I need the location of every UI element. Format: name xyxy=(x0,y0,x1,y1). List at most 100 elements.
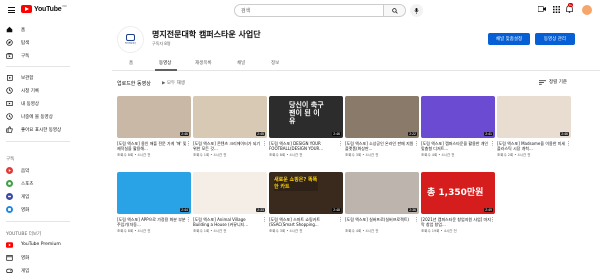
sidebar-item-explore[interactable]: 탐색 xyxy=(6,37,72,48)
video-duration: 2:48 xyxy=(332,208,341,212)
video-thumbnail[interactable]: 당신이 축구팬이 된 이유 2:46 xyxy=(269,96,343,138)
video-meta: 조회수 1회 • 4시간 전 xyxy=(193,229,227,233)
sidebar-item-label: 영화 xyxy=(21,207,30,213)
search-input[interactable]: 검색 xyxy=(234,4,384,17)
sidebar-section-title: YOUTUBE 더보기 xyxy=(6,232,42,237)
video-title[interactable]: [도림 엑스포] 스마트 쇼핑카트(SSAC(Smart Shopping... xyxy=(269,217,339,228)
video-card[interactable]: 2:22 [도림 엑스포] 소상공인 온라인 판매 지원 플랫폼(화상판... ⋮ 조… xyxy=(345,96,419,160)
more-options-icon[interactable]: ⋮ xyxy=(262,141,267,147)
more-options-icon[interactable]: ⋮ xyxy=(262,217,267,223)
video-title[interactable]: [도림 엑스포] Madsome을 이용한 미세 플라스틱 시장 개척... xyxy=(497,141,567,152)
customize-channel-button[interactable]: 채널 맞춤설정 xyxy=(488,33,530,45)
video-thumbnail[interactable]: 새로운 쇼핑은? 똑똑한 카트 2:48 xyxy=(269,172,343,214)
sidebar-item-gaming[interactable]: 게임 xyxy=(6,191,72,202)
video-duration: 2:44 xyxy=(180,208,189,212)
like-icon xyxy=(6,126,13,133)
sidebar-item-sports[interactable]: 스포츠 xyxy=(6,178,72,189)
more-options-icon[interactable]: ⋮ xyxy=(338,141,343,147)
thumbnail-overlay-text: 새로운 쇼핑은? 똑똑한 카트 xyxy=(274,177,318,191)
voice-search-button[interactable] xyxy=(410,4,423,17)
sidebar-item-label: 구독 xyxy=(21,53,30,59)
gaming-channel-avatar xyxy=(6,193,13,200)
video-meta: 조회수 19회 • 4시간 전 xyxy=(421,229,457,233)
sort-label: 정렬 기준 xyxy=(549,80,567,85)
video-title[interactable]: [도림 엑스포] 캠퍼스타운을 활용한 개인 맞춤형 디저트... xyxy=(421,141,491,152)
more-options-icon[interactable]: ⋮ xyxy=(186,217,191,223)
sidebar-item-watch-later[interactable]: 나중에 볼 동영상 xyxy=(6,111,72,122)
menu-icon[interactable] xyxy=(8,7,15,13)
video-meta: 조회수 2회 • 4시간 전 xyxy=(497,153,531,157)
manage-videos-button[interactable]: 동영상 관리 xyxy=(535,33,575,45)
video-card[interactable]: 2:44 [도림 엑스포] APP으로 가정용 화분 부분 주입기(자동... ⋮ 조… xyxy=(117,172,191,236)
tab-community[interactable]: 채널 xyxy=(237,60,245,66)
sidebar-item-movies[interactable]: 영화 xyxy=(6,204,72,215)
more-options-icon[interactable]: ⋮ xyxy=(186,141,191,147)
video-title[interactable]: [도림 엑스포] Animal Village Building a House… xyxy=(193,217,263,228)
video-card[interactable]: 2:33 [도림 엑스포] Animal Village Building a H… xyxy=(193,172,267,236)
sidebar-item-music[interactable]: 음악 xyxy=(6,165,72,176)
search-button[interactable] xyxy=(384,4,406,17)
video-card[interactable]: 2:45 [도림 엑스포] 콘텐츠 크리에이터가 되기 위한 모든 것... ⋮ 조회… xyxy=(193,96,267,160)
video-card[interactable]: 2:46 [도림 엑스포] Madsome을 이용한 미세 플라스틱 시장 개척.… xyxy=(497,96,571,160)
video-card[interactable]: 총 1,350만원 2:49 [2021년 캠퍼스타운 창업지원 사업] 마지막 창… xyxy=(421,172,495,236)
video-meta: 조회수 1회 • 4시간 전 xyxy=(193,153,227,157)
video-card[interactable]: 2:41 [도림 엑스포] 캠퍼스타운을 활용한 개인 맞춤형 디저트... ⋮ 조회… xyxy=(421,96,495,160)
more-options-icon[interactable]: ⋮ xyxy=(338,217,343,223)
video-duration: 2:41 xyxy=(484,132,493,136)
youtube-premium-icon xyxy=(6,241,13,248)
video-duration: 2:33 xyxy=(256,208,265,212)
more-options-icon[interactable]: ⋮ xyxy=(566,141,571,147)
video-card[interactable]: 새로운 쇼핑은? 똑똑한 카트 2:48 [도림 엑스포] 스마트 쇼핑카트(SSA… xyxy=(269,172,343,236)
tab-home[interactable]: 홈 xyxy=(129,60,133,66)
channel-name: 명지전문대학 캠퍼스타운 사업단 xyxy=(152,30,261,39)
sidebar-item-gaming-more[interactable]: 게임 xyxy=(6,265,72,275)
sidebar-item-liked[interactable]: 좋아요 표시한 동영상 xyxy=(6,124,72,135)
sidebar-item-history[interactable]: 시청 기록 xyxy=(6,85,72,96)
video-title[interactable]: [2021년 캠퍼스타운 창업지원 사업] 마지막 창업 창업... xyxy=(421,217,491,228)
video-duration: 2:36 xyxy=(408,208,417,212)
video-thumbnail[interactable]: 2:36 xyxy=(345,172,419,214)
thumbnail-overlay-text: 당신이 축구팬이 된 이유 xyxy=(289,101,324,125)
video-thumbnail[interactable]: 2:46 xyxy=(497,96,571,138)
video-duration: 2:46 xyxy=(180,132,189,136)
video-thumbnail[interactable]: 2:44 xyxy=(117,172,191,214)
video-thumbnail[interactable]: 2:41 xyxy=(421,96,495,138)
youtube-logo[interactable]: YouTube KR xyxy=(21,4,67,13)
video-thumbnail[interactable]: 2:46 xyxy=(117,96,191,138)
video-card[interactable]: 2:46 [도림 엑스포] 용인 애플 전문 가게 '애' 및 제작실을 활용해.… xyxy=(117,96,191,160)
video-thumbnail[interactable]: 2:22 xyxy=(345,96,419,138)
video-card[interactable]: 당신이 축구팬이 된 이유 2:46 [도림 엑스포] DESIGN YOUR FO… xyxy=(269,96,343,160)
sidebar-item-youtube-premium[interactable]: YouTube Premium xyxy=(6,239,72,250)
video-title[interactable]: [도림 엑스포] 콘텐츠 크리에이터가 되기 위한 모든 것... xyxy=(193,141,263,152)
my-videos-icon xyxy=(6,100,13,107)
video-thumbnail[interactable]: 총 1,350만원 2:49 xyxy=(421,172,495,214)
video-duration: 2:46 xyxy=(560,132,569,136)
more-options-icon[interactable]: ⋮ xyxy=(490,217,495,223)
account-avatar[interactable] xyxy=(582,5,592,15)
more-options-icon[interactable]: ⋮ xyxy=(414,217,419,223)
more-options-icon[interactable]: ⋮ xyxy=(490,141,495,147)
more-options-icon[interactable]: ⋮ xyxy=(414,141,419,147)
sidebar-item-label: 좋아요 표시한 동영상 xyxy=(21,127,62,133)
video-title[interactable]: [도림 엑스포] 용인 애플 전문 가게 '애' 및 제작실을 활용해... xyxy=(117,141,187,152)
sidebar-item-movies-more[interactable]: 영화 xyxy=(6,252,72,263)
video-card[interactable]: 2:36 [도림 엑스포] 실버프로(실버프로젝트) ⋮ 조회수 4회 • 4시간 전 xyxy=(345,172,419,236)
tab-playlists[interactable]: 재생목록 xyxy=(195,60,212,66)
video-title[interactable]: [도림 엑스포] APP으로 가정용 화분 부분 주입기(자동... xyxy=(117,217,187,228)
create-video-button[interactable] xyxy=(537,4,547,14)
sidebar-item-subscriptions[interactable]: 구독 xyxy=(6,50,72,61)
tab-videos[interactable]: 동영상 xyxy=(159,60,171,66)
video-title[interactable]: [도림 엑스포] 소상공인 온라인 판매 지원 플랫폼(화상판... xyxy=(345,141,415,152)
video-thumbnail[interactable]: 2:33 xyxy=(193,172,267,214)
sidebar-item-my-videos[interactable]: 내 동영상 xyxy=(6,98,72,109)
sort-button[interactable]: 정렬 기준 xyxy=(539,79,567,85)
video-title[interactable]: [도림 엑스포] DESIGN YOUR FOOTBALL(DESIGN YOU… xyxy=(269,141,339,152)
sidebar-item-home[interactable]: 홈 xyxy=(6,24,72,35)
play-all-button[interactable]: ▶ 모두 재생 xyxy=(162,80,185,86)
tab-about[interactable]: 정보 xyxy=(271,60,279,66)
video-meta: 조회수 3회 • 4시간 전 xyxy=(345,153,379,157)
video-title[interactable]: [도림 엑스포] 실버프로(실버프로젝트) xyxy=(345,217,415,228)
video-thumbnail[interactable]: 2:45 xyxy=(193,96,267,138)
sidebar-item-library[interactable]: 보관함 xyxy=(6,72,72,83)
apps-button[interactable] xyxy=(551,4,561,14)
